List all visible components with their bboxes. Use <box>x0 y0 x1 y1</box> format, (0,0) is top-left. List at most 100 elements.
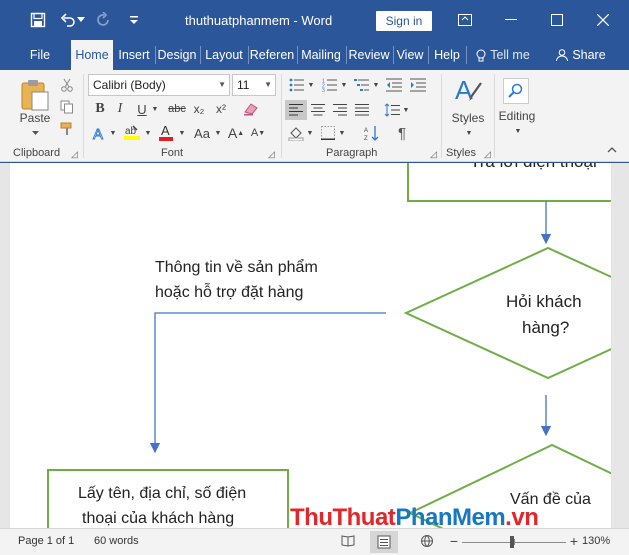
flow-box-top-text: Trả lời điện thoại <box>470 163 597 174</box>
shading-icon[interactable] <box>286 124 306 142</box>
flow-box-bottom-line1: Lấy tên, địa chỉ, số điện <box>78 485 247 502</box>
align-right-icon[interactable] <box>330 100 350 120</box>
word-count[interactable]: 60 words <box>94 535 139 547</box>
change-case-icon[interactable]: Aa <box>190 124 214 142</box>
styles-group-label: Styles <box>446 147 476 159</box>
maximize-icon[interactable] <box>534 0 580 40</box>
justify-icon[interactable] <box>352 100 372 120</box>
web-layout-icon[interactable] <box>418 533 436 549</box>
borders-dropdown-icon[interactable]: ▼ <box>338 124 346 142</box>
find-icon[interactable] <box>503 78 529 104</box>
align-left-icon[interactable] <box>285 100 307 120</box>
tab-home[interactable]: Home <box>71 40 113 70</box>
document-area[interactable]: Trả lời điện thoại Thông tin về sản phẩm… <box>0 163 629 528</box>
grow-font-icon[interactable]: A ▲ <box>228 124 244 142</box>
text-effects-icon[interactable]: A <box>90 124 108 142</box>
customize-qat-icon[interactable] <box>124 10 144 30</box>
page-count[interactable]: Page 1 of 1 <box>18 535 74 547</box>
tab-design[interactable]: Design <box>156 40 198 70</box>
minimize-icon[interactable] <box>488 0 534 40</box>
lightbulb-icon <box>476 49 486 61</box>
cut-icon[interactable] <box>58 76 76 94</box>
decrease-indent-icon[interactable] <box>384 76 404 94</box>
tab-mailings[interactable]: Mailing <box>298 40 344 70</box>
editing-button[interactable]: Editing <box>496 108 538 124</box>
styles-launcher-icon[interactable]: ◿ <box>484 149 491 160</box>
font-launcher-icon[interactable]: ◿ <box>268 149 275 160</box>
underline-dropdown-icon[interactable]: ▼ <box>151 100 159 118</box>
numbering-icon[interactable]: 123 <box>320 76 340 94</box>
redo-icon[interactable] <box>93 10 113 30</box>
read-mode-icon[interactable] <box>339 533 357 549</box>
tab-help[interactable]: Help <box>430 40 464 70</box>
font-size-combo[interactable]: 11 ▼ <box>232 74 276 96</box>
undo-dropdown-icon[interactable] <box>76 10 86 30</box>
sign-in-button[interactable]: Sign in <box>376 11 432 31</box>
clear-formatting-icon[interactable] <box>242 100 260 118</box>
numbering-dropdown-icon[interactable]: ▼ <box>340 76 348 94</box>
copy-icon[interactable] <box>58 98 76 116</box>
zoom-in-icon[interactable]: + <box>568 533 580 549</box>
change-case-dropdown-icon[interactable]: ▼ <box>214 124 222 142</box>
shading-dropdown-icon[interactable]: ▼ <box>306 124 314 142</box>
styles-dropdown-icon[interactable]: ▼ <box>464 128 474 138</box>
line-spacing-dropdown-icon[interactable]: ▼ <box>402 100 410 120</box>
zoom-slider[interactable] <box>462 536 566 548</box>
tab-file[interactable]: File <box>22 40 58 70</box>
tell-me-search[interactable]: Tell me <box>470 40 536 70</box>
sort-icon[interactable]: AZ <box>362 124 382 142</box>
subscript-icon[interactable]: x₂ <box>190 100 208 118</box>
paste-icon[interactable] <box>18 76 52 114</box>
italic-icon[interactable]: I <box>112 100 128 118</box>
align-center-icon[interactable] <box>308 100 328 120</box>
share-button[interactable]: Share <box>554 40 608 70</box>
highlight-icon[interactable]: ab <box>122 122 142 142</box>
text-effects-dropdown-icon[interactable]: ▼ <box>109 124 117 142</box>
font-color-dropdown-icon[interactable]: ▼ <box>178 124 186 142</box>
close-icon[interactable] <box>580 0 626 40</box>
paragraph-launcher-icon[interactable]: ◿ <box>430 149 437 160</box>
zoom-level[interactable]: 130% <box>582 535 610 547</box>
bullets-icon[interactable] <box>287 76 307 94</box>
font-name-combo[interactable]: Calibri (Body) ▼ <box>88 74 230 96</box>
tab-review[interactable]: Review <box>347 40 391 70</box>
multilevel-dropdown-icon[interactable]: ▼ <box>372 76 380 94</box>
borders-icon[interactable] <box>318 124 338 142</box>
paste-button[interactable]: Paste <box>14 110 56 126</box>
share-person-icon <box>556 49 569 61</box>
print-layout-icon[interactable] <box>370 531 398 553</box>
styles-icon[interactable]: A <box>452 74 484 108</box>
format-painter-icon[interactable] <box>58 120 76 138</box>
font-color-icon[interactable]: A <box>156 122 176 142</box>
decision-1-line2: hàng? <box>522 318 570 337</box>
flow-box-bottom-line2: thoại của khách hàng <box>82 510 235 527</box>
editing-dropdown-icon[interactable]: ▼ <box>513 126 523 136</box>
tab-view[interactable]: View <box>394 40 426 70</box>
collapse-ribbon-icon[interactable] <box>604 142 620 158</box>
styles-button[interactable]: Styles <box>448 110 488 126</box>
bold-icon[interactable]: B <box>92 100 108 118</box>
increase-indent-icon[interactable] <box>408 76 428 94</box>
undo-icon[interactable] <box>58 10 78 30</box>
highlight-dropdown-icon[interactable]: ▼ <box>144 124 152 142</box>
show-marks-icon[interactable]: ¶ <box>392 124 412 142</box>
superscript-icon[interactable]: x² <box>212 100 230 118</box>
tab-insert[interactable]: Insert <box>114 40 154 70</box>
page-gutter-left <box>0 163 10 528</box>
tab-references[interactable]: Referen <box>249 40 295 70</box>
ribbon-tabs: File Home Insert Design Layout Referen M… <box>0 40 629 70</box>
save-icon[interactable] <box>28 10 48 30</box>
strikethrough-icon[interactable]: abc <box>166 100 188 118</box>
svg-text:A: A <box>161 123 170 138</box>
underline-icon[interactable]: U <box>134 100 150 118</box>
zoom-out-icon[interactable]: − <box>448 533 460 549</box>
svg-text:3: 3 <box>322 88 325 92</box>
bullets-dropdown-icon[interactable]: ▼ <box>307 76 315 94</box>
ribbon-display-options-icon[interactable] <box>442 0 488 40</box>
line-spacing-icon[interactable] <box>382 100 402 120</box>
clipboard-launcher-icon[interactable]: ◿ <box>71 149 78 160</box>
tab-layout[interactable]: Layout <box>202 40 246 70</box>
shrink-font-icon[interactable]: A ▼ <box>250 124 266 142</box>
paste-dropdown-icon[interactable] <box>30 128 40 138</box>
multilevel-list-icon[interactable] <box>352 76 372 94</box>
